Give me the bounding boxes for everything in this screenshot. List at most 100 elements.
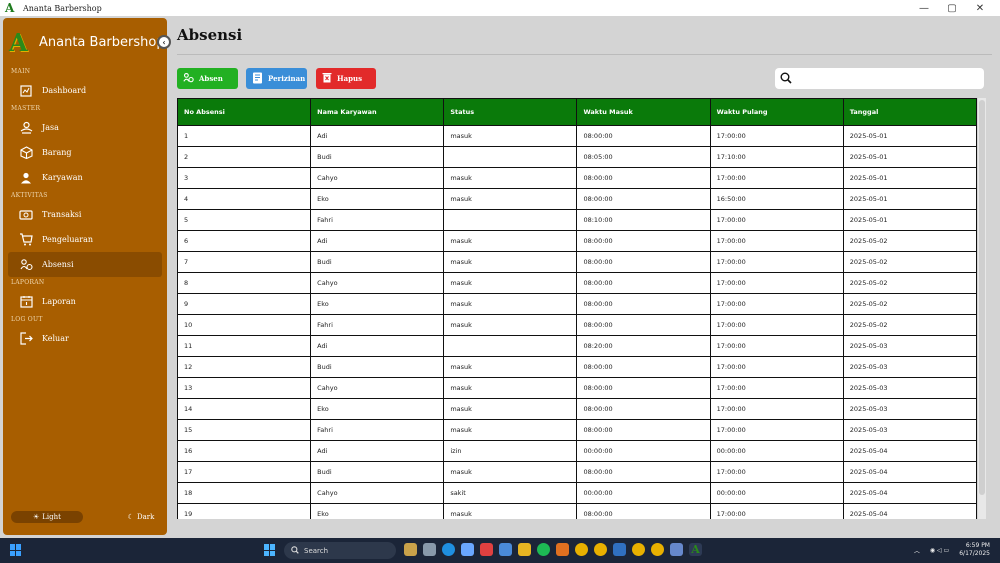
sidebar-item-pengeluaran[interactable]: Pengeluaran (8, 227, 162, 252)
table-row[interactable]: 6 Adi masuk 08:00:00 17:00:00 2025-05-02 (177, 230, 977, 252)
table-row[interactable]: 8 Cahyo masuk 08:00:00 17:00:00 2025-05-02 (177, 272, 977, 294)
chrome-icon[interactable] (594, 543, 607, 556)
sidebar-collapse-button[interactable]: ‹ (157, 35, 171, 49)
app-icon[interactable] (613, 543, 626, 556)
absen-button[interactable]: Absen (177, 68, 238, 89)
scrollbar-thumb[interactable] (979, 100, 985, 495)
search-box[interactable] (775, 68, 984, 89)
window-titlebar: A Ananta Barbershop — ▢ ✕ (0, 0, 1000, 16)
attendance-table: No Absensi Nama Karyawan Status Waktu Masuk… (177, 98, 977, 519)
file-explorer-icon[interactable] (518, 543, 531, 556)
chrome-icon[interactable] (575, 543, 588, 556)
table-row[interactable]: 9 Eko masuk 08:00:00 17:00:00 2025-05-02 (177, 293, 977, 315)
brand-name: Ananta Barbershop (39, 34, 165, 50)
attendance-icon (18, 257, 34, 273)
start-button[interactable] (264, 544, 276, 556)
sidebar-item-laporan[interactable]: Laporan (8, 289, 162, 314)
calendar-icon (18, 294, 34, 310)
sidebar-item-absensi[interactable]: Absensi (8, 252, 162, 277)
edge-icon[interactable] (442, 543, 455, 556)
sidebar-item-label: Karyawan (42, 173, 83, 182)
table-cell: Eko (310, 293, 445, 315)
restore-button[interactable]: ▢ (938, 3, 966, 14)
table-cell: masuk (443, 314, 578, 336)
widget-app-icon[interactable] (404, 543, 417, 556)
table-cell: 13 (177, 377, 312, 399)
table-cell: masuk (443, 272, 578, 294)
table-row[interactable]: 14 Eko masuk 08:00:00 17:00:00 2025-05-03 (177, 398, 977, 420)
widgets-icon[interactable] (10, 544, 22, 556)
title-divider (177, 54, 992, 55)
box-icon (18, 145, 34, 161)
sidebar-item-dashboard[interactable]: Dashboard (8, 78, 162, 103)
table-cell: masuk (443, 251, 578, 273)
table-cell: 17:00:00 (709, 398, 844, 420)
table-row[interactable]: 2 Budi 08:05:00 17:10:00 2025-05-01 (177, 146, 977, 168)
close-button[interactable]: ✕ (966, 3, 994, 14)
app-icon[interactable] (556, 543, 569, 556)
document-icon (252, 72, 263, 86)
table-cell: Fahri (310, 419, 445, 441)
table-cell: 2025-05-01 (842, 209, 977, 231)
table-row[interactable]: 4 Eko masuk 08:00:00 16:50:00 2025-05-01 (177, 188, 977, 210)
table-cell: masuk (443, 377, 578, 399)
table-row[interactable]: 16 Adi izin 00:00:00 00:00:00 2025-05-04 (177, 440, 977, 462)
table-scrollbar[interactable] (978, 98, 986, 519)
chevron-up-icon[interactable]: ︿ (914, 546, 920, 555)
table-row[interactable]: 3 Cahyo masuk 08:00:00 17:00:00 2025-05-01 (177, 167, 977, 189)
barbershop-app-icon[interactable]: A (689, 543, 702, 556)
clock[interactable]: 6:59 PM 6/17/2025 (959, 542, 990, 558)
table-row[interactable]: 10 Fahri masuk 08:00:00 17:00:00 2025-05-02 (177, 314, 977, 336)
spotify-icon[interactable] (537, 543, 550, 556)
table-row[interactable]: 13 Cahyo masuk 08:00:00 17:00:00 2025-05-03 (177, 377, 977, 399)
column-header[interactable]: Tanggal (842, 98, 977, 126)
table-row[interactable]: 7 Budi masuk 08:00:00 17:00:00 2025-05-02 (177, 251, 977, 273)
hapus-button[interactable]: Hapus (316, 68, 376, 89)
table-cell: 17:00:00 (709, 503, 844, 519)
security-icon[interactable] (670, 543, 683, 556)
light-theme-button[interactable]: ☀ Light (11, 511, 83, 523)
table-cell: Adi (310, 230, 445, 252)
table-cell: masuk (443, 125, 578, 147)
table-row[interactable]: 18 Cahyo sakit 00:00:00 00:00:00 2025-05-04 (177, 482, 977, 504)
table-row[interactable]: 5 Fahri 08:10:00 17:00:00 2025-05-01 (177, 209, 977, 231)
table-row[interactable]: 1 Adi masuk 08:00:00 17:00:00 2025-05-01 (177, 125, 977, 147)
sidebar-item-transaksi[interactable]: Transaksi (8, 202, 162, 227)
table-cell: 17:00:00 (709, 209, 844, 231)
wifi-icon[interactable]: ◉ ◁ ▭ (930, 547, 949, 554)
table-cell: 08:00:00 (576, 398, 711, 420)
dark-theme-button[interactable]: ☾ Dark (121, 511, 161, 523)
table-row[interactable]: 11 Adi 08:20:00 17:00:00 2025-05-03 (177, 335, 977, 357)
sidebar-item-keluar[interactable]: Keluar (8, 326, 162, 351)
table-cell: masuk (443, 167, 578, 189)
column-header[interactable]: Status (443, 98, 578, 126)
settings-icon[interactable] (499, 543, 512, 556)
table-cell: 00:00:00 (576, 440, 711, 462)
sidebar-item-barang[interactable]: Barang (8, 140, 162, 165)
task-view-icon[interactable] (423, 543, 436, 556)
minimize-button[interactable]: — (910, 3, 938, 14)
table-cell: Cahyo (310, 272, 445, 294)
chrome-icon[interactable] (651, 543, 664, 556)
column-header[interactable]: Nama Karyawan (310, 98, 445, 126)
app-icon[interactable] (461, 543, 474, 556)
perizinan-button[interactable]: Perizinan (246, 68, 307, 89)
dashboard-icon (18, 83, 34, 99)
table-cell: 17:00:00 (709, 314, 844, 336)
sidebar-item-karyawan[interactable]: Karyawan (8, 165, 162, 190)
table-row[interactable]: 15 Fahri masuk 08:00:00 17:00:00 2025-05-03 (177, 419, 977, 441)
table-row[interactable]: 12 Budi masuk 08:00:00 17:00:00 2025-05-03 (177, 356, 977, 378)
sidebar-item-jasa[interactable]: Jasa (8, 115, 162, 140)
table-row[interactable]: 17 Budi masuk 08:00:00 17:00:00 2025-05-04 (177, 461, 977, 483)
table-cell: Cahyo (310, 482, 445, 504)
table-cell: 6 (177, 230, 312, 252)
taskbar-search[interactable]: Search (284, 542, 396, 559)
column-header[interactable]: Waktu Masuk (576, 98, 711, 126)
column-header[interactable]: Waktu Pulang (709, 98, 844, 126)
column-header[interactable]: No Absensi (177, 98, 312, 126)
office-icon[interactable] (480, 543, 493, 556)
system-tray: ︿ ◉ ◁ ▭ 6:59 PM 6/17/2025 (914, 542, 990, 558)
table-row[interactable]: 19 Eko masuk 08:00:00 17:00:00 2025-05-04 (177, 503, 977, 519)
table-cell: masuk (443, 188, 578, 210)
chrome-icon[interactable] (632, 543, 645, 556)
